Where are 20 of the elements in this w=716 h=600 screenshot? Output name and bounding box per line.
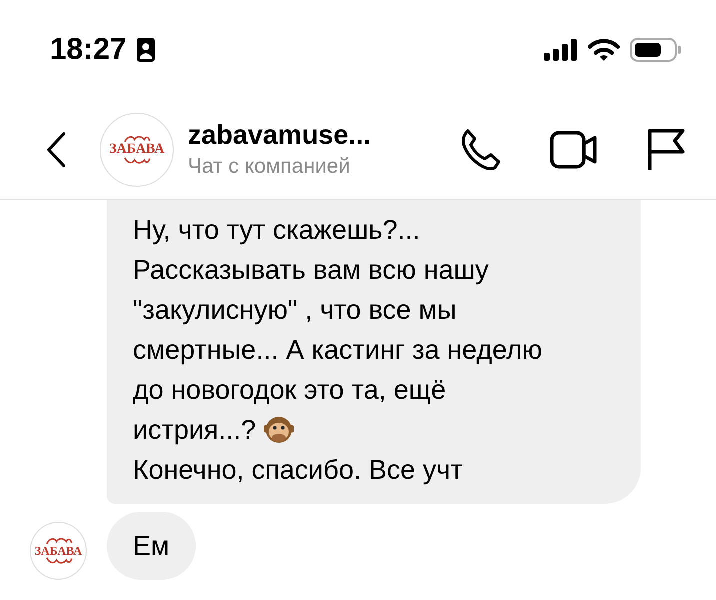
status-time: 18:27	[50, 33, 127, 67]
video-camera-icon[interactable]	[550, 130, 600, 170]
logo-text: ЗАБАВА	[109, 142, 165, 156]
battery-icon	[630, 38, 682, 62]
contact-name[interactable]: zabavamuse...	[188, 120, 372, 151]
wifi-icon	[588, 38, 620, 62]
back-button[interactable]	[46, 132, 66, 168]
message-text: истрия...?	[133, 414, 256, 447]
message-text: Ем	[133, 530, 170, 563]
ornament-icon	[122, 156, 152, 164]
chat-subtitle: Чат с компанией	[188, 155, 352, 179]
message-text: Конечно, спасибо. Все учт	[133, 454, 464, 487]
monkey-icon	[264, 415, 294, 445]
ornament-icon	[44, 537, 74, 545]
ornament-icon	[122, 134, 152, 142]
ornament-icon	[44, 557, 74, 565]
id-card-icon	[136, 38, 155, 62]
logo-text: ЗАБАВА	[34, 545, 82, 557]
signal-icon	[544, 39, 578, 61]
flag-icon[interactable]	[646, 128, 686, 172]
